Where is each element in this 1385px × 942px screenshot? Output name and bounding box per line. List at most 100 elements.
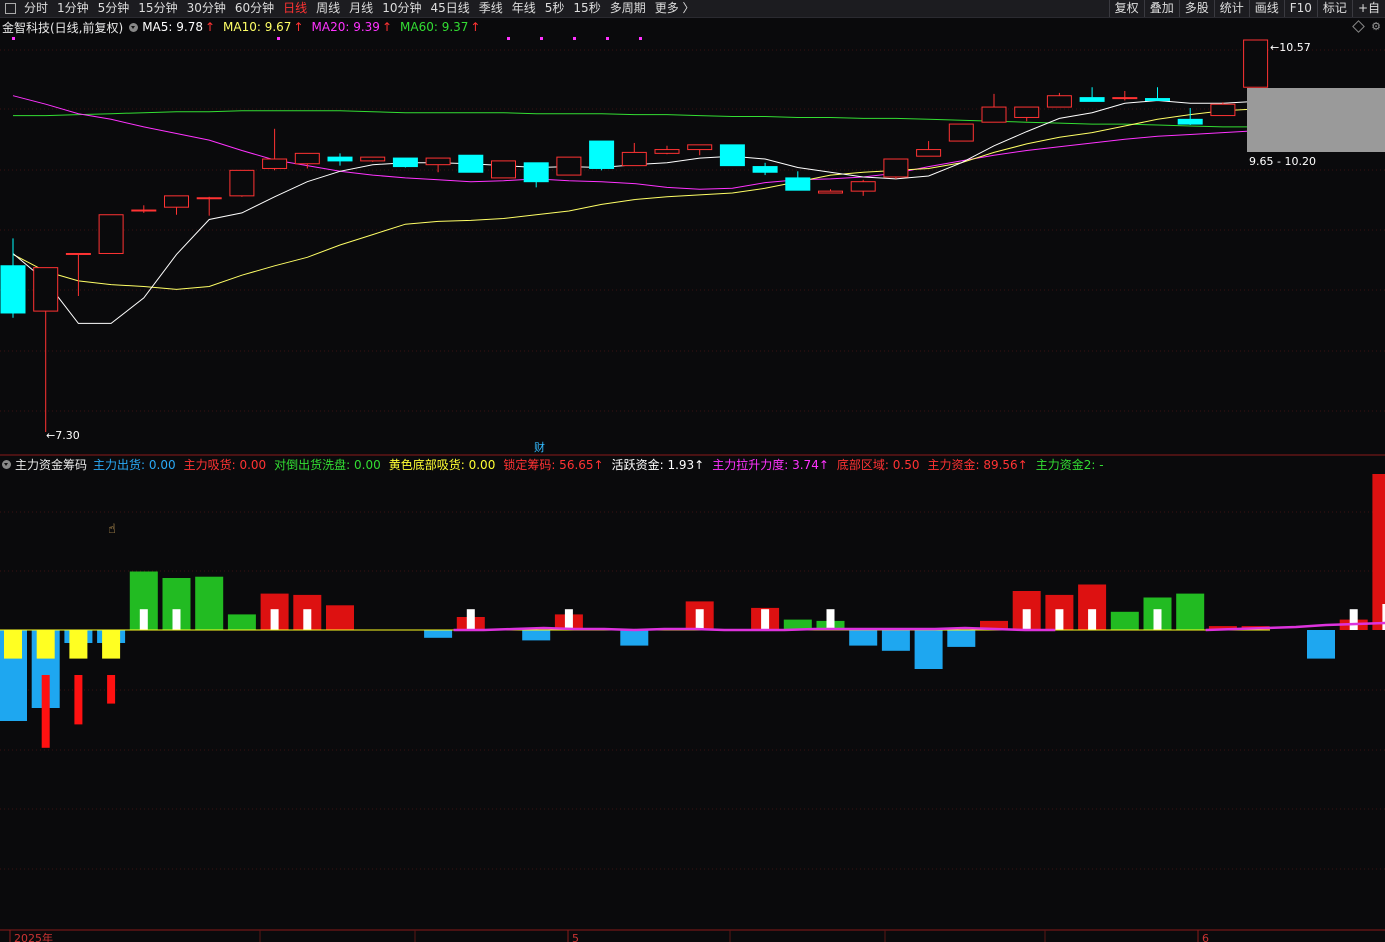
signal-dot-5 xyxy=(606,37,609,40)
white-inner-8 xyxy=(270,609,279,630)
indicator-value-7: 底部区域: 0.50 xyxy=(836,457,920,472)
indicator-value-4: 锁定筹码: 56.65↑ xyxy=(503,457,604,472)
candle-body-15 xyxy=(491,160,516,179)
candle-body-36 xyxy=(1177,118,1203,125)
signal-dot-2 xyxy=(507,37,510,40)
white-inner-17 xyxy=(564,609,573,630)
candle-body-19 xyxy=(621,151,647,167)
white-inner-21 xyxy=(695,609,704,630)
candle-body-24 xyxy=(785,177,811,191)
indicator-legend: 主力资金筹码 主力出货: 0.00 主力吸货: 0.00 对倒出货洗盘: 0.00 黄… xyxy=(2,456,1112,472)
red-stick-2 xyxy=(74,675,83,725)
signal-dot-0 xyxy=(12,37,15,40)
moving-average-lines xyxy=(12,88,1289,324)
yellow-bar-3 xyxy=(102,630,121,659)
high-label: ←10.57 xyxy=(1270,41,1311,54)
time-label-1: 5 xyxy=(572,932,579,942)
indicator-bar-13 xyxy=(424,630,453,638)
candle-body-33 xyxy=(1079,97,1105,102)
indicator-bar-28 xyxy=(914,630,943,669)
candle-body-7 xyxy=(229,169,255,197)
candle-body-6 xyxy=(196,197,222,200)
red-stick-3 xyxy=(107,675,116,704)
indicator-bar-40 xyxy=(1307,630,1335,659)
indicator-bar-36 xyxy=(1176,593,1205,630)
signal-dot-6 xyxy=(639,37,642,40)
white-inner-5 xyxy=(172,609,181,630)
indicator-bar-19 xyxy=(620,630,649,646)
candle-body-16 xyxy=(523,162,549,183)
indicator-bar-34 xyxy=(1110,611,1139,630)
candle-body-1 xyxy=(33,267,59,312)
candle-body-12 xyxy=(392,157,418,168)
candle-body-14 xyxy=(458,154,484,173)
ma10-line xyxy=(12,101,1289,290)
white-inner-4 xyxy=(139,609,148,630)
yellow-bar-2 xyxy=(69,630,88,659)
indicator-bars xyxy=(0,474,1385,748)
signal-dot-3 xyxy=(540,37,543,40)
candle-body-0 xyxy=(0,265,26,314)
hand-cursor-icon: ☝ xyxy=(108,522,116,537)
candle-body-25 xyxy=(818,190,843,194)
candle-body-34 xyxy=(1112,97,1138,100)
candlestick-series xyxy=(0,39,1269,432)
candle-body-29 xyxy=(948,123,974,142)
white-inner-31 xyxy=(1022,609,1031,630)
candle-body-27 xyxy=(883,158,909,178)
white-inner-41 xyxy=(1349,609,1358,630)
candle-body-3 xyxy=(98,214,124,254)
candle-body-2 xyxy=(65,252,91,255)
white-inner-23 xyxy=(761,609,770,630)
candle-body-20 xyxy=(654,149,680,154)
candle-body-32 xyxy=(1046,95,1072,108)
candle-body-26 xyxy=(850,181,876,192)
indicator-value-2: 对倒出货洗盘: 0.00 xyxy=(274,457,381,472)
white-inner-25 xyxy=(826,609,835,630)
white-inner-14 xyxy=(466,609,475,630)
candle-body-18 xyxy=(589,140,615,169)
white-inner-35 xyxy=(1153,609,1162,630)
ma20-line xyxy=(12,95,1289,190)
candle-body-4 xyxy=(131,209,157,212)
indicator-bar-29 xyxy=(947,630,976,647)
candle-body-28 xyxy=(916,149,942,157)
indicator-value-6: 主力拉升力度: 3.74↑ xyxy=(712,457,829,472)
indicator-bar-6 xyxy=(195,576,224,630)
candle-body-23 xyxy=(752,166,778,173)
red-stick-1 xyxy=(41,675,50,748)
time-label-2: 6 xyxy=(1202,932,1209,942)
finance-marker[interactable]: 财 xyxy=(534,440,545,454)
white-inner-9 xyxy=(303,609,312,630)
indicator-bar-27 xyxy=(881,630,910,651)
time-axis: 2025年 5 6 xyxy=(9,930,1209,942)
signal-dot-1 xyxy=(277,37,280,40)
candle-body-37 xyxy=(1210,103,1236,117)
yellow-bar-0 xyxy=(4,630,22,659)
time-label-0: 2025年 xyxy=(14,931,53,942)
candle-body-5 xyxy=(164,195,189,208)
candle-body-13 xyxy=(425,157,451,166)
range-label: 9.65 - 10.20 xyxy=(1249,155,1316,168)
low-label: ←7.30 xyxy=(46,429,80,442)
indicator-dropdown-icon[interactable] xyxy=(2,459,11,469)
candle-body-17 xyxy=(556,156,582,176)
indicator-value-0: 主力出货: 0.00 xyxy=(93,457,176,472)
indicator-bar-26 xyxy=(849,630,878,646)
indicator-line xyxy=(453,621,1385,632)
candle-body-8 xyxy=(262,158,288,169)
candle-body-11 xyxy=(360,156,386,162)
candle-body-35 xyxy=(1145,98,1170,101)
indicator-bar-7 xyxy=(227,614,256,630)
candle-body-10 xyxy=(327,156,353,162)
white-inner-32 xyxy=(1055,609,1064,630)
yellow-bar-1 xyxy=(36,630,55,659)
signal-dots xyxy=(12,37,642,40)
candle-body-9 xyxy=(294,152,320,165)
indicator-value-3: 黄色底部吸货: 0.00 xyxy=(388,457,496,472)
candle-body-38 xyxy=(1243,39,1269,88)
price-range-box xyxy=(1247,88,1385,152)
indicator-name: 主力资金筹码 xyxy=(15,457,88,472)
indicator-bar-10 xyxy=(326,605,354,630)
candle-body-31 xyxy=(1014,106,1040,118)
